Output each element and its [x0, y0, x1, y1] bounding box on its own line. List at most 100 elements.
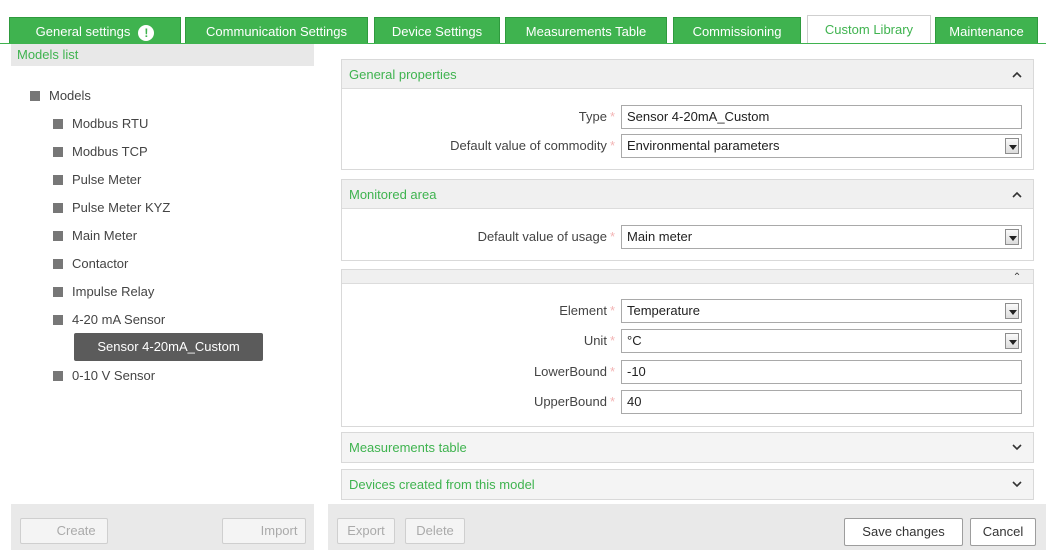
lowerbound-row: LowerBound * -10 [342, 360, 1033, 384]
dropdown-arrow-icon[interactable] [1005, 303, 1019, 319]
tab-general-settings[interactable]: General settings! [9, 17, 181, 44]
chevron-down-icon[interactable] [1011, 433, 1023, 462]
cancel-button[interactable]: Cancel [970, 518, 1036, 546]
commodity-value: Environmental parameters [627, 138, 780, 153]
tree-item-impulse-relay[interactable]: Impulse Relay [53, 282, 154, 302]
tree-item-modbus-tcp[interactable]: Modbus TCP [53, 142, 148, 162]
tree-item-main-meter[interactable]: Main Meter [53, 226, 137, 246]
collapse-icon[interactable] [53, 371, 63, 381]
tree-item-pulse-meter-kyz[interactable]: Pulse Meter KYZ [53, 198, 170, 218]
commodity-row: Default value of commodity * Environmenta… [342, 134, 1033, 158]
lowerbound-field[interactable]: -10 [621, 360, 1022, 384]
tab-label: General settings [35, 24, 131, 39]
chevron-down-icon[interactable] [1011, 470, 1023, 499]
section-title: Devices created from this model [349, 477, 535, 492]
tree-item-selected-custom[interactable]: Sensor 4-20mA_Custom [74, 333, 263, 361]
tree-label: Modbus RTU [72, 116, 149, 131]
element-select[interactable]: Temperature [621, 299, 1022, 323]
collapse-icon[interactable] [53, 315, 63, 325]
models-list-title: Models list [11, 44, 314, 66]
tab-custom-library[interactable]: Custom Library [807, 15, 931, 44]
usage-row: Default value of usage * Main meter [342, 225, 1033, 249]
collapse-icon[interactable] [53, 175, 63, 185]
unit-label: Unit * [583, 333, 615, 348]
collapse-icon[interactable] [53, 203, 63, 213]
dropdown-arrow-icon[interactable] [1005, 229, 1019, 245]
upperbound-field[interactable]: 40 [621, 390, 1022, 414]
save-changes-button[interactable]: Save changes [844, 518, 963, 546]
unit-row: Unit * °C [342, 329, 1033, 353]
create-label: Create [56, 523, 96, 538]
lowerbound-label: LowerBound * [533, 364, 615, 379]
create-icon [29, 527, 43, 537]
import-icon [229, 527, 243, 537]
tree-label: Impulse Relay [72, 284, 155, 299]
measurement-section: Element * Temperature Unit * °C LowerBound… [341, 269, 1034, 427]
usage-label: Default value of usage * [477, 229, 615, 244]
delete-button[interactable]: Delete [405, 518, 465, 544]
collapse-icon[interactable] [53, 287, 63, 297]
tree-item-contactor[interactable]: Contactor [53, 254, 128, 274]
import-label: Import [260, 523, 298, 538]
unit-value: °C [627, 333, 642, 348]
unit-select[interactable]: °C [621, 329, 1022, 353]
tab-measurements-table[interactable]: Measurements Table [505, 17, 667, 44]
tree-item-0-10v-sensor[interactable]: 0-10 V Sensor [53, 366, 155, 386]
tab-communication-settings[interactable]: Communication Settings [185, 17, 368, 44]
collapse-icon[interactable] [53, 147, 63, 157]
devices-created-header[interactable]: Devices created from this model [342, 470, 1033, 499]
upperbound-row: UpperBound * 40 [342, 390, 1033, 414]
monitored-area-header[interactable]: Monitored area [342, 180, 1033, 209]
collapse-icon[interactable] [30, 91, 40, 101]
section-title: Measurements table [349, 440, 467, 455]
tree-root-models[interactable]: Models [30, 86, 91, 106]
tree-label: Models [49, 88, 91, 103]
general-properties-header[interactable]: General properties [342, 60, 1033, 89]
element-row: Element * Temperature [342, 299, 1033, 323]
tree-item-pulse-meter[interactable]: Pulse Meter [53, 170, 141, 190]
type-row: Type * Sensor 4-20mA_Custom [342, 105, 1033, 129]
general-properties-section: General properties Type * Sensor 4-20mA_C… [341, 59, 1034, 170]
measurements-table-section: Measurements table [341, 432, 1034, 463]
tab-device-settings[interactable]: Device Settings [374, 17, 500, 44]
tree-label: Pulse Meter KYZ [72, 200, 171, 215]
collapse-icon[interactable] [53, 231, 63, 241]
type-field[interactable]: Sensor 4-20mA_Custom [621, 105, 1022, 129]
monitored-area-section: Monitored area Default value of usage * M… [341, 179, 1034, 261]
tree-label: Contactor [72, 256, 129, 271]
upperbound-label: UpperBound * [533, 394, 615, 409]
tree-label: Modbus TCP [72, 144, 148, 159]
section-title: General properties [349, 67, 457, 82]
tree-label: 4-20 mA Sensor [72, 312, 166, 327]
chevron-up-icon[interactable] [1011, 60, 1023, 89]
tree-label: Pulse Meter [72, 172, 142, 187]
dropdown-arrow-icon[interactable] [1005, 333, 1019, 349]
measurements-table-header[interactable]: Measurements table [342, 433, 1033, 462]
tree-label: Main Meter [72, 228, 138, 243]
import-button[interactable]: Import [222, 518, 306, 544]
models-panel: Models list Models Modbus RTU Modbus TCP… [11, 44, 314, 504]
commodity-select[interactable]: Environmental parameters [621, 134, 1022, 158]
details-footer: Export Delete Save changes Cancel [328, 504, 1046, 550]
tab-maintenance[interactable]: Maintenance [935, 17, 1038, 44]
type-label: Type * [578, 109, 615, 124]
export-button[interactable]: Export [337, 518, 395, 544]
tree-item-4-20ma-sensor[interactable]: 4-20 mA Sensor [53, 310, 165, 330]
measurement-header[interactable] [342, 270, 1033, 284]
tab-commissioning[interactable]: Commissioning [673, 17, 801, 44]
collapse-icon[interactable] [53, 259, 63, 269]
usage-value: Main meter [627, 229, 693, 244]
tree-label: 0-10 V Sensor [72, 368, 156, 383]
collapse-icon[interactable] [53, 119, 63, 129]
element-label: Element * [559, 303, 615, 318]
usage-select[interactable]: Main meter [621, 225, 1022, 249]
devices-created-section: Devices created from this model [341, 469, 1034, 500]
chevron-up-icon[interactable] [1011, 270, 1023, 284]
tab-bar: General settings! Communication Settings… [0, 0, 1046, 44]
tree-item-modbus-rtu[interactable]: Modbus RTU [53, 114, 148, 134]
dropdown-arrow-icon[interactable] [1005, 138, 1019, 154]
details-panel: General properties Type * Sensor 4-20mA_C… [328, 44, 1046, 504]
models-footer: Create Import [11, 504, 314, 550]
chevron-up-icon[interactable] [1011, 180, 1023, 209]
create-button[interactable]: Create [20, 518, 108, 544]
